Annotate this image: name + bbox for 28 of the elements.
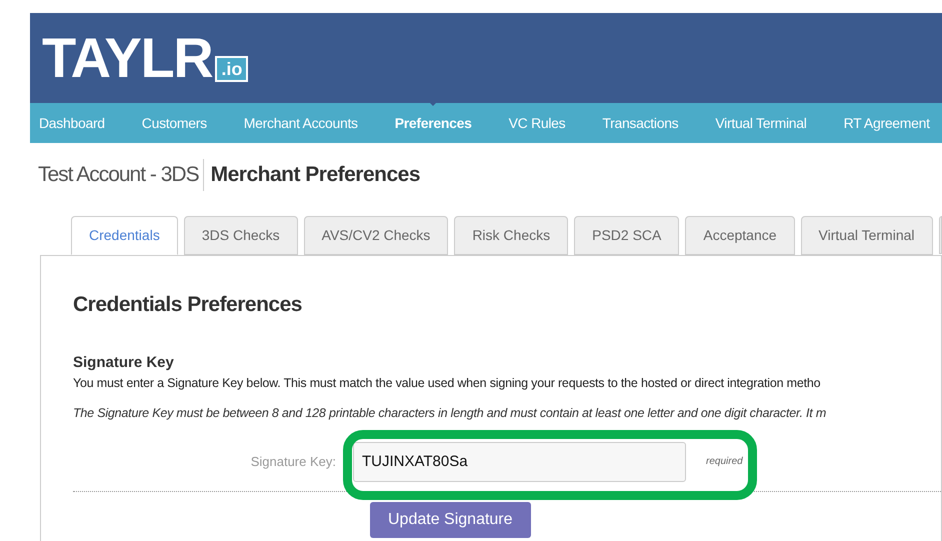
tab[interactable]: AVS/CV2 Checks <box>304 216 448 255</box>
page-title: Merchant Preferences <box>210 162 420 188</box>
nav-link[interactable]: Virtual Terminal <box>715 112 807 134</box>
update-signature-button[interactable]: Update Signature <box>370 502 531 538</box>
nav-link[interactable]: Transactions <box>602 112 678 134</box>
tab[interactable]: Acceptance <box>685 216 795 255</box>
nav-link[interactable]: Merchant Accounts <box>244 112 358 134</box>
field-label: Signature Key: <box>250 452 337 471</box>
nav-link[interactable]: RT Agreement <box>844 112 930 134</box>
tab[interactable]: Credentials <box>71 216 178 255</box>
section-note: The Signature Key must be between 8 and 128 printable characters in length and must contain at least one letter and one digit character. It m <box>73 404 828 422</box>
panel-title: Credentials Preferences <box>73 292 303 318</box>
signature-key-field[interactable]: TUJINXAT80Sa <box>353 442 686 482</box>
nav-link[interactable]: VC Rules <box>508 112 566 134</box>
required-hint: required <box>706 455 743 469</box>
account-name: Test Account - 3DS <box>38 159 204 191</box>
tab[interactable]: 3DS Checks <box>184 216 298 255</box>
tab[interactable]: PSD2 SCA <box>574 216 680 255</box>
section-description: You must enter a Signature Key below. This must match the value used when signing your requests to the hosted or direct integration metho <box>73 375 822 392</box>
tab[interactable]: Risk Checks <box>454 216 568 255</box>
nav-link[interactable]: Customers <box>142 112 207 134</box>
section-title: Signature Key <box>73 352 175 372</box>
tab[interactable] <box>938 216 942 254</box>
tab[interactable]: Virtual Terminal <box>800 216 933 255</box>
nav-link[interactable]: Preferences <box>394 112 472 134</box>
logo-badge: .io <box>215 56 248 82</box>
logo-text: TAYLR <box>42 30 212 86</box>
nav-link[interactable]: Dashboard <box>39 112 105 134</box>
